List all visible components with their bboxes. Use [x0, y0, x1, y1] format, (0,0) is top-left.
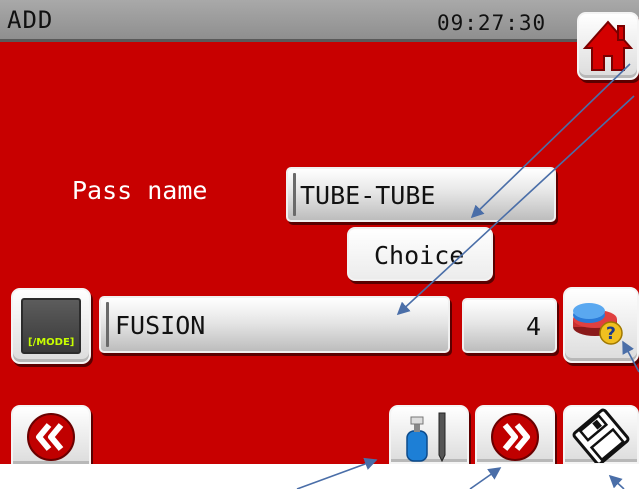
gas-bottle-electrode-icon	[406, 412, 446, 463]
pass-name-value: TUBE-TUBE	[300, 181, 436, 210]
clock: 09:27:30	[437, 11, 547, 35]
choice-button[interactable]: Choice	[347, 227, 493, 281]
mode-button[interactable]: [/MODE]	[11, 288, 91, 364]
mode-value: FUSION	[115, 311, 206, 340]
mode-badge: [/MODE]	[28, 337, 75, 348]
page-title: ADD	[7, 6, 54, 34]
mode-icon: [/MODE]	[21, 298, 81, 354]
annotation-arrow	[296, 457, 378, 489]
pass-name-label: Pass name	[72, 176, 208, 205]
pass-name-field[interactable]: TUBE-TUBE	[286, 167, 556, 222]
machine-screen: ADD 09:27:30 Pass name TUBE-TUBE Choice …	[0, 0, 639, 464]
double-chevron-right-icon	[491, 413, 539, 461]
home-icon	[582, 20, 634, 71]
home-button[interactable]	[577, 12, 639, 80]
next-button[interactable]	[475, 405, 555, 464]
mode-count-value: 4	[525, 312, 541, 341]
title-bar: ADD 09:27:30	[0, 0, 639, 42]
help-button[interactable]: ?	[563, 287, 639, 363]
mode-count-field[interactable]: 4	[462, 298, 557, 353]
annotation-arrow	[469, 467, 502, 489]
gas-electrode-button[interactable]	[389, 405, 469, 464]
svg-text:?: ?	[606, 324, 616, 344]
choice-button-label: Choice	[374, 241, 465, 270]
mode-field[interactable]: FUSION	[99, 296, 450, 353]
help-database-icon: ?	[573, 303, 623, 345]
back-button[interactable]	[11, 405, 91, 464]
floppy-disk-icon	[572, 408, 630, 463]
save-button[interactable]	[563, 405, 639, 464]
double-chevron-left-icon	[27, 413, 75, 461]
annotation-arrow	[608, 474, 625, 489]
